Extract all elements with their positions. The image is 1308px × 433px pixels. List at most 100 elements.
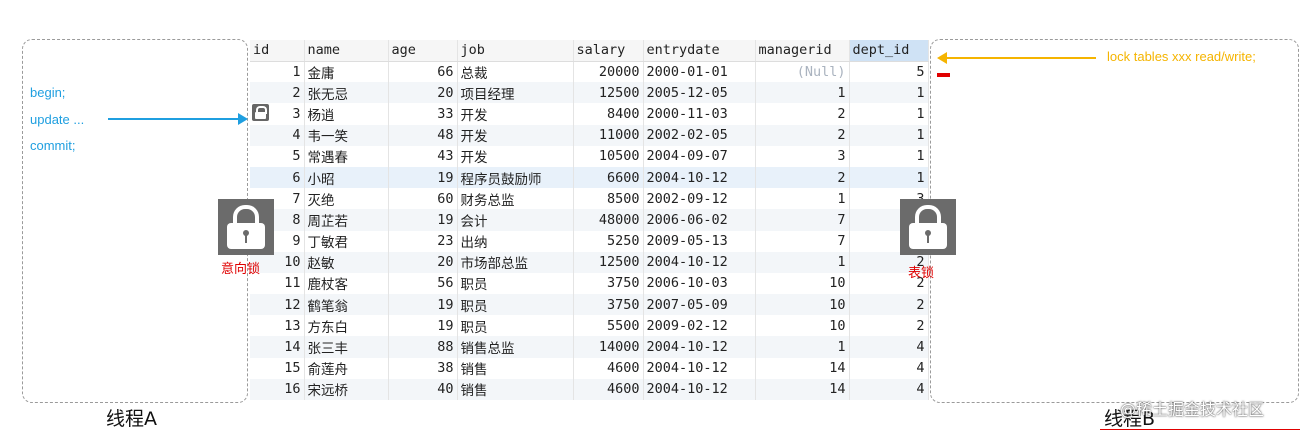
cell-dept_id[interactable]: 1: [849, 145, 929, 167]
cell-name[interactable]: 鹿杖客: [304, 272, 389, 295]
cell-age[interactable]: 19: [388, 294, 458, 316]
column-header-salary[interactable]: salary: [573, 40, 644, 62]
cell-job[interactable]: 会计: [457, 209, 574, 231]
table-row[interactable]: 14 张三丰 88 销售总监 14000 2004-10-12 1 4: [250, 336, 929, 358]
cell-managerid[interactable]: 10: [755, 294, 850, 316]
cell-entrydate[interactable]: 2004-10-12: [643, 378, 756, 400]
cell-managerid[interactable]: (Null): [755, 61, 850, 83]
cell-job[interactable]: 职员: [457, 315, 574, 337]
cell-name[interactable]: 韦一笑: [304, 124, 389, 146]
cell-salary[interactable]: 48000: [573, 209, 644, 231]
cell-name[interactable]: 周芷若: [304, 209, 389, 231]
cell-age[interactable]: 40: [388, 378, 458, 400]
table-row[interactable]: 6 小昭 19 程序员鼓励师 6600 2004-10-12 2 1: [250, 166, 929, 189]
cell-job[interactable]: 开发: [457, 124, 574, 146]
table-row[interactable]: 9丁敏君23出纳52502009-05-1373: [250, 230, 929, 252]
cell-entrydate[interactable]: 2007-05-09: [643, 294, 756, 316]
cell-id[interactable]: 5: [250, 145, 305, 167]
cell-salary[interactable]: 5250: [573, 230, 644, 252]
cell-entrydate[interactable]: 2009-05-13: [643, 230, 756, 252]
table-row[interactable]: 3 杨逍 33 开发 8400 2000-11-03 2 1: [250, 103, 929, 125]
table-row[interactable]: 2 张无忌 20 项目经理 12500 2005-12-05 1 1: [250, 82, 929, 104]
cell-managerid[interactable]: 2: [755, 124, 850, 146]
cell-id[interactable]: 3: [250, 103, 305, 125]
cell-age[interactable]: 43: [388, 145, 458, 167]
column-header-age[interactable]: age: [388, 40, 458, 62]
cell-managerid[interactable]: 10: [755, 315, 850, 337]
cell-age[interactable]: 19: [388, 209, 458, 231]
column-header-id[interactable]: id: [250, 40, 305, 62]
cell-salary[interactable]: 10500: [573, 145, 644, 167]
cell-entrydate[interactable]: 2002-02-05: [643, 124, 756, 146]
table-row[interactable]: 8周芷若19会计480002006-06-0273: [250, 209, 929, 231]
column-header-dept_id[interactable]: dept_id: [849, 40, 929, 62]
cell-entrydate[interactable]: 2002-09-12: [643, 188, 756, 210]
cell-age[interactable]: 19: [388, 315, 458, 337]
cell-job[interactable]: 销售总监: [457, 336, 574, 358]
cell-age[interactable]: 20: [388, 82, 458, 104]
cell-name[interactable]: 赵敏: [304, 251, 389, 273]
cell-name[interactable]: 方东白: [304, 315, 389, 337]
cell-entrydate[interactable]: 2004-10-12: [643, 166, 756, 189]
cell-dept_id[interactable]: 4: [849, 357, 929, 379]
cell-managerid[interactable]: 2: [755, 103, 850, 125]
cell-dept_id[interactable]: 2: [849, 315, 929, 337]
table-row[interactable]: 13 方东白 19 职员 5500 2009-02-12 10 2: [250, 315, 929, 337]
cell-id[interactable]: 16: [250, 378, 305, 400]
cell-managerid[interactable]: 2: [755, 166, 850, 189]
cell-id[interactable]: 6: [250, 166, 305, 189]
cell-name[interactable]: 俞莲舟: [304, 357, 389, 379]
cell-age[interactable]: 23: [388, 230, 458, 252]
cell-managerid[interactable]: 3: [755, 145, 850, 167]
cell-salary[interactable]: 20000: [573, 61, 644, 83]
cell-entrydate[interactable]: 2000-01-01: [643, 61, 756, 83]
table-row[interactable]: 16 宋远桥 40 销售 4600 2004-10-12 14 4: [250, 378, 929, 400]
table-row[interactable]: 12 鹤笔翁 19 职员 3750 2007-05-09 10 2: [250, 294, 929, 316]
cell-name[interactable]: 金庸: [304, 61, 389, 83]
table-row[interactable]: 10 赵敏 20 市场部总监 12500 2004-10-12 1 2: [250, 251, 929, 273]
cell-name[interactable]: 丁敏君: [304, 230, 389, 252]
column-header-managerid[interactable]: managerid: [755, 40, 850, 62]
cell-age[interactable]: 20: [388, 251, 458, 273]
cell-salary[interactable]: 8500: [573, 188, 644, 210]
cell-age[interactable]: 66: [388, 61, 458, 83]
cell-age[interactable]: 60: [388, 188, 458, 210]
cell-entrydate[interactable]: 2005-12-05: [643, 82, 756, 104]
cell-name[interactable]: 宋远桥: [304, 378, 389, 400]
cell-age[interactable]: 38: [388, 357, 458, 379]
cell-managerid[interactable]: 7: [755, 230, 850, 252]
table-row[interactable]: 15 俞莲舟 38 销售 4600 2004-10-12 14 4: [250, 357, 929, 379]
column-header-job[interactable]: job: [457, 40, 574, 62]
table-row[interactable]: 4 韦一笑 48 开发 11000 2002-02-05 2 1: [250, 124, 929, 146]
cell-job[interactable]: 职员: [457, 294, 574, 316]
cell-entrydate[interactable]: 2004-09-07: [643, 145, 756, 167]
cell-managerid[interactable]: 14: [755, 357, 850, 379]
cell-job[interactable]: 开发: [457, 103, 574, 125]
cell-entrydate[interactable]: 2006-06-02: [643, 209, 756, 231]
cell-salary[interactable]: 4600: [573, 357, 644, 379]
cell-job[interactable]: 出纳: [457, 230, 574, 252]
cell-salary[interactable]: 3750: [573, 272, 644, 295]
cell-dept_id[interactable]: 1: [849, 166, 929, 189]
cell-id[interactable]: 4: [250, 124, 305, 146]
data-grid[interactable]: id name age job salary entrydate managerid dept…: [250, 40, 929, 400]
cell-dept_id[interactable]: 1: [849, 103, 929, 125]
cell-job[interactable]: 总裁: [457, 61, 574, 83]
cell-id[interactable]: 14: [250, 336, 305, 358]
cell-managerid[interactable]: 1: [755, 82, 850, 104]
cell-salary[interactable]: 8400: [573, 103, 644, 125]
cell-salary[interactable]: 14000: [573, 336, 644, 358]
cell-dept_id[interactable]: 4: [849, 378, 929, 400]
cell-dept_id[interactable]: 4: [849, 336, 929, 358]
cell-job[interactable]: 市场部总监: [457, 251, 574, 273]
cell-id[interactable]: 13: [250, 315, 305, 337]
cell-name[interactable]: 常遇春: [304, 145, 389, 167]
cell-age[interactable]: 33: [388, 103, 458, 125]
cell-job[interactable]: 销售: [457, 357, 574, 379]
cell-id[interactable]: 12: [250, 294, 305, 316]
cell-name[interactable]: 鹤笔翁: [304, 294, 389, 316]
cell-age[interactable]: 19: [388, 166, 458, 189]
cell-name[interactable]: 张无忌: [304, 82, 389, 104]
cell-dept_id[interactable]: 1: [849, 124, 929, 146]
cell-job[interactable]: 职员: [457, 272, 574, 295]
